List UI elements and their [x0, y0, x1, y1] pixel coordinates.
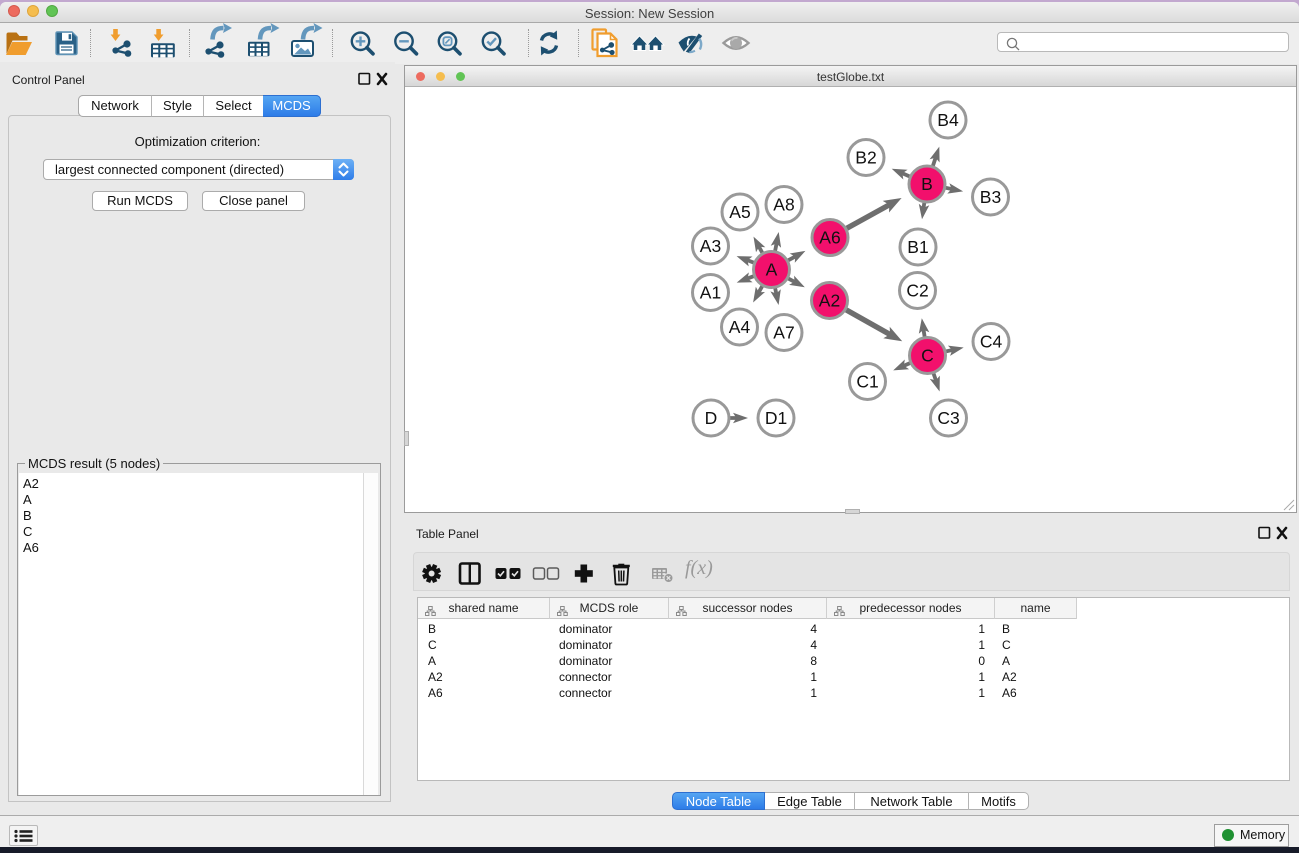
svg-text:A4: A4	[729, 317, 751, 337]
svg-text:C2: C2	[906, 281, 928, 301]
svg-text:B3: B3	[980, 187, 1001, 207]
svg-text:D1: D1	[765, 408, 787, 428]
svg-text:A5: A5	[729, 202, 750, 222]
svg-text:C4: C4	[980, 332, 1003, 352]
svg-text:C3: C3	[937, 408, 959, 428]
svg-text:A6: A6	[819, 228, 840, 248]
svg-text:B2: B2	[855, 148, 876, 168]
svg-text:B: B	[921, 174, 933, 194]
svg-text:A: A	[766, 260, 778, 280]
svg-text:A1: A1	[700, 283, 721, 303]
svg-text:B4: B4	[937, 110, 959, 130]
svg-text:A3: A3	[700, 236, 721, 256]
svg-text:C1: C1	[856, 372, 878, 392]
svg-text:C: C	[921, 346, 934, 366]
svg-text:B1: B1	[907, 237, 928, 257]
svg-text:A2: A2	[819, 291, 840, 311]
svg-text:D: D	[705, 408, 718, 428]
svg-text:A8: A8	[773, 195, 794, 215]
svg-text:A7: A7	[773, 323, 794, 343]
